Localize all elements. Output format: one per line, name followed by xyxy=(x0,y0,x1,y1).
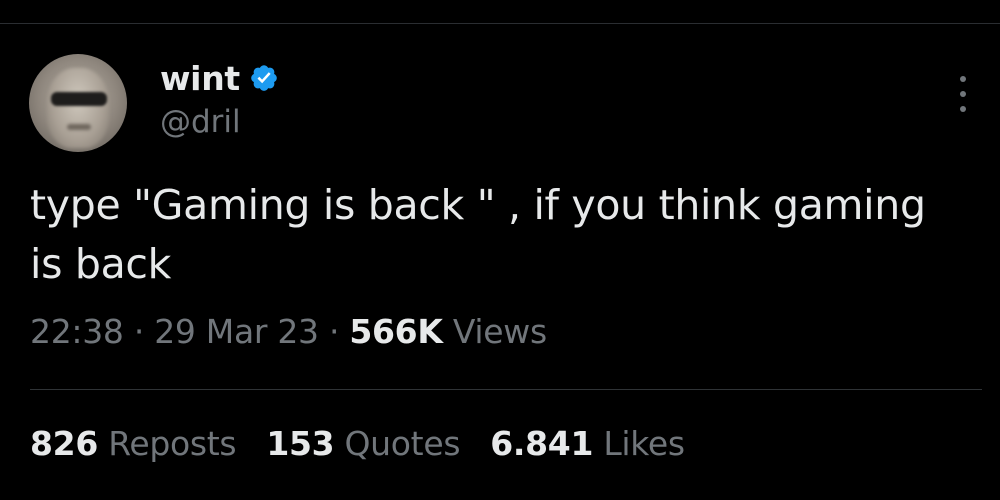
avatar-face xyxy=(47,68,109,148)
reposts-stat[interactable]: 826 Reposts xyxy=(30,424,237,463)
quotes-count: 153 xyxy=(266,424,335,463)
meta-separator: · xyxy=(133,312,145,351)
quotes-stat[interactable]: 153 Quotes xyxy=(266,424,460,463)
tweet-meta: 22:38 · 29 Mar 23 · 566K Views xyxy=(30,312,547,351)
verified-badge-icon xyxy=(251,65,277,91)
more-dot xyxy=(960,76,966,82)
stats-divider xyxy=(30,389,982,390)
views-count: 566K xyxy=(349,312,443,351)
likes-count: 6.841 xyxy=(490,424,594,463)
engagement-stats: 826 Reposts 153 Quotes 6.841 Likes xyxy=(30,424,685,463)
tweet-text: type "Gaming is back " , if you think ga… xyxy=(30,181,939,288)
avatar[interactable] xyxy=(29,54,127,152)
tweet-date[interactable]: 29 Mar 23 xyxy=(154,312,319,351)
views-label: Views xyxy=(452,312,547,351)
meta-separator: · xyxy=(328,312,340,351)
quotes-label: Quotes xyxy=(344,424,461,463)
more-dot xyxy=(960,106,966,112)
author-display-name[interactable]: wint xyxy=(160,59,240,98)
top-divider xyxy=(0,23,1000,24)
more-dot xyxy=(960,91,966,97)
reposts-label: Reposts xyxy=(108,424,237,463)
author-name-row: wint xyxy=(160,56,279,100)
more-options-icon[interactable] xyxy=(950,76,976,112)
avatar-mouth xyxy=(67,124,91,130)
author-handle[interactable]: @dril xyxy=(160,104,241,140)
reposts-count: 826 xyxy=(30,424,98,463)
likes-stat[interactable]: 6.841 Likes xyxy=(490,424,685,463)
tweet-time[interactable]: 22:38 xyxy=(30,312,124,351)
avatar-sunglasses xyxy=(51,92,107,106)
likes-label: Likes xyxy=(603,424,685,463)
